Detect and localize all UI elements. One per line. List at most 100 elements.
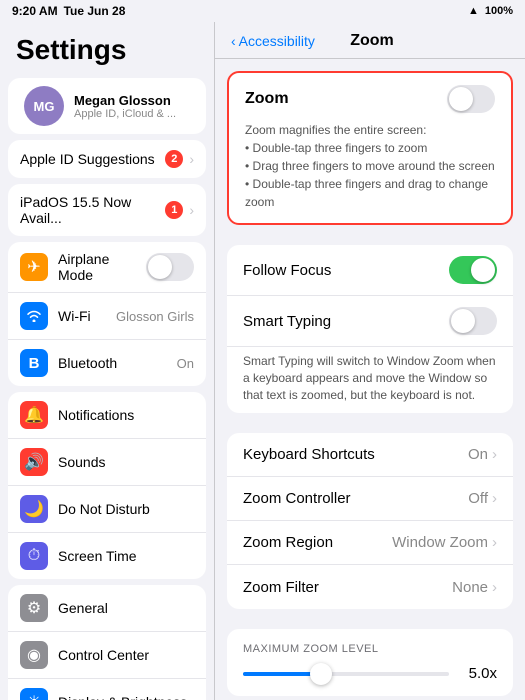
wifi-value: Glosson Girls <box>116 309 194 324</box>
back-chevron-icon: ‹ <box>231 33 236 49</box>
battery-text: 100% <box>485 5 513 17</box>
screentime-icon: ⏱ <box>20 542 48 570</box>
slider-section-label: Maximum Zoom Level <box>243 643 497 655</box>
sidebar-item-label: Do Not Disturb <box>58 501 194 517</box>
sidebar-title: Settings <box>0 22 214 74</box>
detail-title: Zoom <box>315 32 429 50</box>
bluetooth-value: On <box>177 356 194 371</box>
keyboard-shortcuts-value: On › <box>468 446 497 463</box>
keyboard-shortcuts-label: Keyboard Shortcuts <box>243 446 458 463</box>
wifi-icon: ▲ <box>468 5 479 17</box>
sidebar-item-notifications[interactable]: 🔔 Notifications <box>8 392 206 439</box>
status-time: 9:20 AM <box>12 4 58 18</box>
bluetooth-icon: B <box>20 349 48 377</box>
chevron-icon: › <box>189 202 194 218</box>
zoom-filter-value: None › <box>452 579 497 596</box>
slider-track <box>243 672 449 676</box>
slider-thumb[interactable] <box>310 663 332 685</box>
keyboard-shortcuts-row[interactable]: Keyboard Shortcuts On › <box>227 433 513 477</box>
general-icon: ⚙ <box>20 594 48 622</box>
zoom-header-row: Zoom <box>245 85 495 113</box>
profile-sub: Apple ID, iCloud & ... <box>74 108 190 120</box>
zoom-toggle[interactable] <box>447 85 495 113</box>
profile-item[interactable]: MG Megan Glosson Apple ID, iCloud & ... <box>8 78 206 134</box>
back-button[interactable]: ‹ Accessibility <box>231 33 315 49</box>
profile-info: Megan Glosson Apple ID, iCloud & ... <box>74 93 190 120</box>
zoom-filter-row[interactable]: Zoom Filter None › <box>227 565 513 609</box>
sidebar-item-controlcenter[interactable]: ◉ Control Center <box>8 632 206 679</box>
chevron-icon: › <box>189 151 194 167</box>
smart-typing-note: Smart Typing will switch to Window Zoom … <box>227 347 513 413</box>
zoom-label: Zoom <box>245 90 289 108</box>
zoom-bullet-2: Drag three fingers to move around the sc… <box>245 157 495 175</box>
sidebar-item-sounds[interactable]: 🔊 Sounds <box>8 439 206 486</box>
zoom-settings-section: Keyboard Shortcuts On › Zoom Controller … <box>227 433 513 609</box>
zoom-bullet-1: Double-tap three fingers to zoom <box>245 139 495 157</box>
apple-id-banner[interactable]: Apple ID Suggestions 2 › <box>8 140 206 178</box>
smart-typing-label: Smart Typing <box>243 313 439 330</box>
sidebar-item-label: Display & Brightness <box>58 694 194 700</box>
donotdisturb-icon: 🌙 <box>20 495 48 523</box>
sounds-icon: 🔊 <box>20 448 48 476</box>
detail-header: ‹ Accessibility Zoom <box>215 22 525 59</box>
sidebar-item-airplane[interactable]: ✈ Airplane Mode <box>8 242 206 293</box>
slider-value: 5.0x <box>461 665 497 682</box>
focus-typing-section: Follow Focus Smart Typing Smart Typing w… <box>227 245 513 413</box>
zoom-section: Zoom Zoom magnifies the entire screen: D… <box>227 71 513 225</box>
displaybrightness-icon: ☀ <box>20 688 48 700</box>
sidebar-item-displaybrightness[interactable]: ☀ Display & Brightness <box>8 679 206 700</box>
notifications-icon: 🔔 <box>20 401 48 429</box>
sidebar-item-donotdisturb[interactable]: 🌙 Do Not Disturb <box>8 486 206 533</box>
sidebar-section-system: ⚙ General ◉ Control Center ☀ Display & B… <box>8 585 206 700</box>
sidebar-item-bluetooth[interactable]: B Bluetooth On <box>8 340 206 386</box>
chevron-icon: › <box>492 534 497 551</box>
avatar: MG <box>24 86 64 126</box>
follow-focus-row: Follow Focus <box>227 245 513 296</box>
chevron-icon: › <box>492 446 497 463</box>
ipados-label: iPadOS 15.5 Now Avail... <box>20 194 165 226</box>
zoom-region-row[interactable]: Zoom Region Window Zoom › <box>227 521 513 565</box>
sidebar: Settings MG Megan Glosson Apple ID, iClo… <box>0 22 215 700</box>
back-label: Accessibility <box>239 33 315 49</box>
zoom-region-label: Zoom Region <box>243 534 382 551</box>
airplane-icon: ✈ <box>20 253 48 281</box>
zoom-controller-label: Zoom Controller <box>243 490 458 507</box>
sidebar-item-label: Bluetooth <box>58 355 167 371</box>
detail-content: Zoom Zoom magnifies the entire screen: D… <box>215 59 525 700</box>
sidebar-item-screentime[interactable]: ⏱ Screen Time <box>8 533 206 579</box>
airplane-toggle[interactable] <box>146 253 194 281</box>
follow-focus-label: Follow Focus <box>243 262 439 279</box>
detail-panel: ‹ Accessibility Zoom Zoom Zoom magnifies… <box>215 22 525 700</box>
sidebar-section-notifications: 🔔 Notifications 🔊 Sounds 🌙 Do Not Distur… <box>8 392 206 579</box>
sidebar-item-label: Screen Time <box>58 548 194 564</box>
zoom-level-section: Maximum Zoom Level 5.0x <box>227 629 513 696</box>
smart-typing-row: Smart Typing <box>227 296 513 347</box>
profile-name: Megan Glosson <box>74 93 190 108</box>
zoom-controller-row[interactable]: Zoom Controller Off › <box>227 477 513 521</box>
sidebar-section-connectivity: ✈ Airplane Mode Wi-Fi Glosson Girls B Bl… <box>8 242 206 386</box>
status-date: Tue Jun 28 <box>64 4 126 18</box>
apple-id-badge: 2 <box>165 150 183 168</box>
sidebar-item-label: General <box>58 600 194 616</box>
sidebar-item-label: Control Center <box>58 647 194 663</box>
apple-id-label: Apple ID Suggestions <box>20 151 165 167</box>
controlcenter-icon: ◉ <box>20 641 48 669</box>
main-container: Settings MG Megan Glosson Apple ID, iClo… <box>0 22 525 700</box>
zoom-region-value: Window Zoom › <box>392 534 497 551</box>
zoom-filter-label: Zoom Filter <box>243 579 442 596</box>
zoom-bullet-3: Double-tap three fingers and drag to cha… <box>245 175 495 211</box>
ipados-badge: 1 <box>165 201 183 219</box>
wifi-icon <box>20 302 48 330</box>
sidebar-item-label: Wi-Fi <box>58 308 106 324</box>
sidebar-item-label: Notifications <box>58 407 194 423</box>
sidebar-item-label: Airplane Mode <box>58 251 136 283</box>
sidebar-item-wifi[interactable]: Wi-Fi Glosson Girls <box>8 293 206 340</box>
zoom-controller-value: Off › <box>468 490 497 507</box>
follow-focus-toggle[interactable] <box>449 256 497 284</box>
zoom-bullets: Double-tap three fingers to zoom Drag th… <box>245 139 495 211</box>
sidebar-item-general[interactable]: ⚙ General <box>8 585 206 632</box>
zoom-desc-text: Zoom magnifies the entire screen: <box>245 123 426 137</box>
ipados-banner[interactable]: iPadOS 15.5 Now Avail... 1 › <box>8 184 206 236</box>
smart-typing-toggle[interactable] <box>449 307 497 335</box>
chevron-icon: › <box>492 490 497 507</box>
